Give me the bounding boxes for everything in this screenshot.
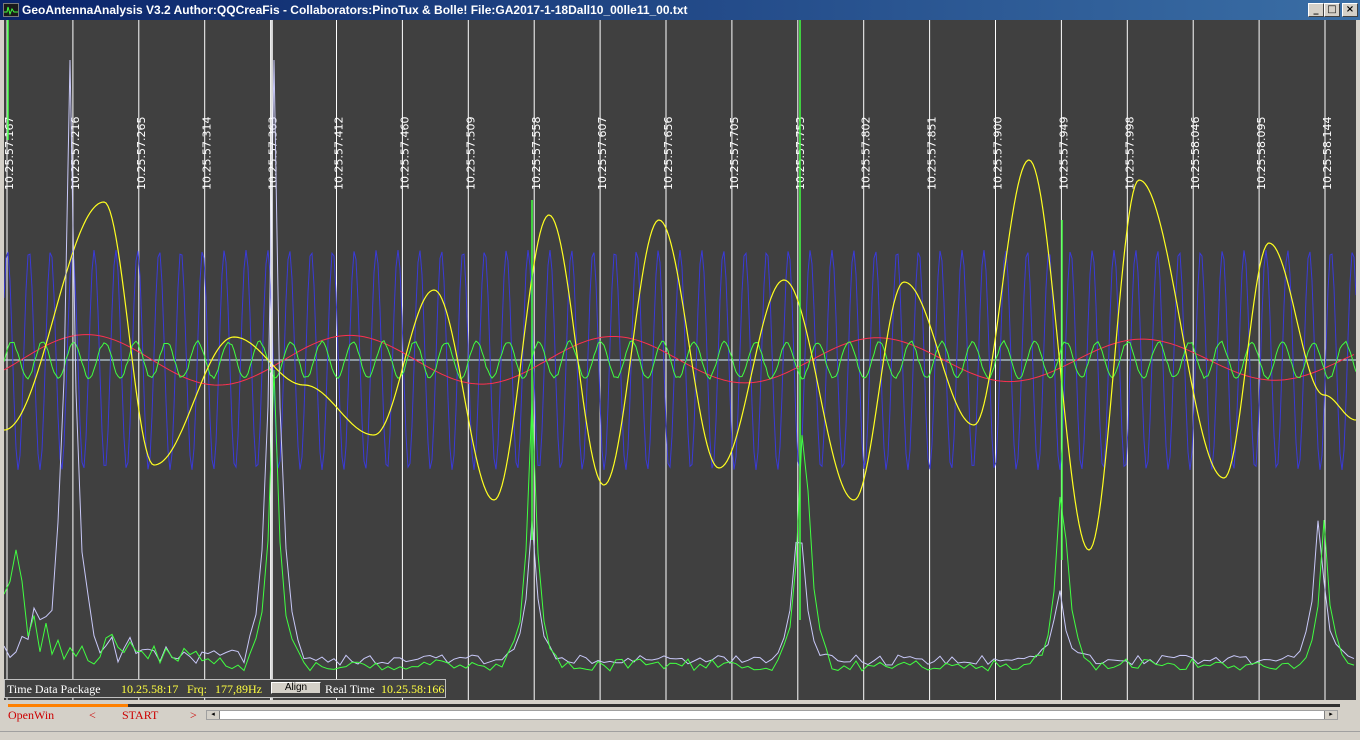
close-button[interactable]: × (1342, 3, 1358, 17)
yellow-waveform (4, 159, 1356, 551)
control-strip: OpenWin < START > ◂ ▸ (0, 700, 1360, 740)
time-label: 10.25.57.607 (596, 117, 609, 190)
time-data-label: Time Data Package (7, 682, 101, 696)
align-button[interactable]: Align (271, 682, 321, 694)
scroll-left-arrow-icon[interactable]: ◂ (207, 711, 220, 719)
real-time-label: Real Time (325, 682, 375, 696)
time-label: 10.25.57.656 (662, 117, 675, 190)
time-scrollbar[interactable]: ◂ ▸ (206, 710, 1338, 720)
real-time-value: 10.25.58:166 (381, 682, 445, 696)
waveform-plot[interactable]: 10.25.57.167 10.25.57.216 10.25.57.265 10.2… (4, 20, 1356, 700)
time-label: 10.25.57.460 (398, 117, 411, 190)
waveform-svg: 10.25.57.167 10.25.57.216 10.25.57.265 10.2… (4, 20, 1356, 700)
freq-value: 177,89Hz (215, 682, 262, 696)
prev-button[interactable]: < (89, 708, 96, 723)
green-trace (4, 369, 1355, 672)
app-icon (3, 3, 19, 17)
info-bar: Time Data Package 10.25.58:17 Frq: 177,8… (4, 679, 446, 698)
time-label: 10.25.57.802 (860, 117, 873, 190)
time-label: 10.25.58.095 (1255, 117, 1268, 190)
time-label: 10.25.57.998 (1123, 117, 1136, 190)
minimize-button[interactable]: _ (1308, 3, 1324, 17)
time-label: 10.25.57.509 (464, 117, 477, 190)
time-label: 10.25.57.851 (926, 117, 939, 190)
time-label: 10.25.57.949 (1057, 117, 1070, 190)
time-label: 10.25.58.046 (1189, 117, 1202, 190)
scroll-right-arrow-icon[interactable]: ▸ (1324, 711, 1337, 719)
time-data-value: 10.25.58:17 (121, 682, 179, 696)
open-win-button[interactable]: OpenWin (8, 708, 54, 723)
time-label: 10.25.57.705 (728, 117, 741, 190)
start-button[interactable]: START (122, 708, 158, 723)
freq-label: Frq: (187, 682, 208, 696)
time-label: 10.25.58.144 (1321, 117, 1334, 190)
progress-fill (8, 704, 128, 707)
time-label: 10.25.57.558 (530, 117, 543, 190)
title-bar: GeoAntennaAnalysis V3.2 Author:QQCreaFis… (0, 0, 1360, 20)
next-button[interactable]: > (190, 708, 197, 723)
time-label: 10.25.57.412 (333, 117, 346, 190)
time-label: 10.25.57.900 (992, 117, 1005, 190)
time-label: 10.25.57.265 (135, 117, 148, 190)
window-title: GeoAntennaAnalysis V3.2 Author:QQCreaFis… (22, 3, 688, 17)
time-label: 10.25.57.167 (4, 117, 16, 190)
maximize-button[interactable]: □ (1324, 3, 1340, 17)
time-label: 10.25.57.314 (201, 117, 214, 190)
status-divider (0, 731, 1360, 732)
progress-bar (8, 704, 1340, 707)
